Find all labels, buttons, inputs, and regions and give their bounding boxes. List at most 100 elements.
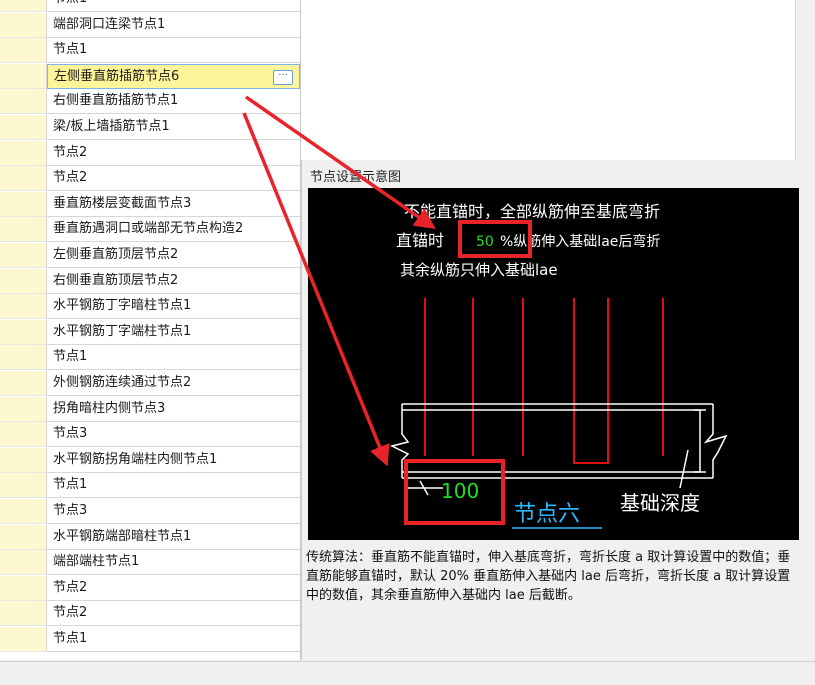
- node-value-cell[interactable]: 左侧垂直筋插筋节点6 ···: [47, 63, 300, 89]
- node-value-cell[interactable]: 节点1: [47, 627, 300, 652]
- upper-right-blank-area: [301, 0, 795, 161]
- bottom-bar: [0, 661, 815, 685]
- node-value-cell[interactable]: 节点2: [47, 576, 300, 601]
- node-value-label: 端部洞口连梁节点1: [53, 16, 166, 32]
- table-row[interactable]: 节点2: [0, 575, 300, 601]
- node-value-label: 梁/板上墙插筋节点1: [53, 119, 170, 134]
- row-index-cell: [0, 371, 47, 396]
- node-value-label: 外侧钢筋连续通过节点2: [53, 375, 192, 390]
- table-row[interactable]: 节点1: [0, 345, 300, 371]
- node-value-cell[interactable]: 节点2: [47, 166, 300, 192]
- table-row[interactable]: 外侧钢筋连续通过节点2: [0, 371, 300, 396]
- node-value-label: 节点3: [53, 503, 88, 518]
- node-value-label: 节点1: [53, 349, 88, 365]
- table-row[interactable]: 水平钢筋端部暗柱节点1: [0, 524, 300, 550]
- diagram-text-line3: 其余纵筋只伸入基础lae: [400, 261, 558, 279]
- node-value-label: 垂直筋楼层变截面节点3: [53, 195, 192, 211]
- node-value-cell[interactable]: 右侧垂直筋顶层节点2: [47, 269, 300, 294]
- node-value-cell[interactable]: 水平钢筋丁字暗柱节点1: [47, 294, 300, 320]
- node-value-label: 端部端柱节点1: [53, 554, 140, 570]
- node-value-cell[interactable]: 左侧垂直筋顶层节点2: [47, 243, 300, 268]
- diagram-canvas: 不能直锚时，全部纵筋伸至基底弯折 直锚时 50 %纵筋伸入基础lae后弯折 其余…: [308, 188, 799, 540]
- row-index-cell: [0, 115, 47, 140]
- node-value-cell[interactable]: 端部洞口连梁节点1: [47, 13, 300, 38]
- vertical-rebars: [424, 298, 664, 464]
- table-row[interactable]: 拐角暗柱内侧节点3: [0, 396, 300, 422]
- node-value-label: 节点1: [53, 0, 87, 6]
- row-index-cell: [0, 217, 47, 243]
- node-value-label: 拐角暗柱内侧节点3: [53, 400, 166, 416]
- node-value-cell[interactable]: 水平钢筋丁字端柱节点1: [47, 320, 300, 345]
- table-row[interactable]: 节点2: [0, 166, 300, 192]
- table-row[interactable]: 端部端柱节点1: [0, 550, 300, 576]
- table-row[interactable]: 左侧垂直筋顶层节点2: [0, 243, 300, 268]
- node-value-cell[interactable]: 节点1: [47, 345, 300, 371]
- table-row[interactable]: 垂直筋遇洞口或端部无节点构造2: [0, 217, 300, 243]
- node-value-label: 节点1: [53, 42, 88, 58]
- table-row[interactable]: 节点3: [0, 422, 300, 448]
- node-value-cell[interactable]: 垂直筋遇洞口或端部无节点构造2: [47, 217, 300, 243]
- node-value-cell[interactable]: 节点1: [47, 38, 300, 64]
- node-value-cell[interactable]: 节点3: [47, 422, 300, 448]
- row-index-cell: [0, 38, 47, 64]
- node-value-label: 节点3: [53, 426, 88, 442]
- node-value-cell[interactable]: 拐角暗柱内侧节点3: [47, 397, 300, 422]
- table-row[interactable]: 垂直筋楼层变截面节点3: [0, 191, 300, 217]
- row-index-cell: [0, 0, 47, 12]
- table-row[interactable]: 左侧垂直筋插筋节点6 ···: [0, 63, 300, 89]
- ellipsis-button[interactable]: ···: [273, 69, 293, 85]
- table-row[interactable]: 节点2: [0, 601, 300, 627]
- table-row[interactable]: 水平钢筋丁字端柱节点1: [0, 319, 300, 345]
- node-value-cell[interactable]: 节点2: [47, 141, 300, 166]
- node-value-cell[interactable]: 节点2: [47, 601, 300, 627]
- table-row[interactable]: 右侧垂直筋插筋节点1: [0, 89, 300, 115]
- row-index-cell: [0, 447, 47, 473]
- row-index-cell: [0, 524, 47, 550]
- node-value-cell[interactable]: 外侧钢筋连续通过节点2: [47, 371, 300, 396]
- node-value-label: 节点2: [53, 579, 88, 595]
- table-row[interactable]: 节点1: [0, 627, 300, 652]
- node-value-cell[interactable]: 节点1: [47, 0, 300, 12]
- node-value-cell[interactable]: 节点1: [47, 473, 300, 499]
- node-value-label: 节点2: [53, 144, 88, 160]
- algorithm-description: 传统算法：垂直筋不能直锚时，伸入基底弯折，弯折长度 a 取计算设置中的数值；垂直…: [306, 550, 791, 603]
- row-index-cell: [0, 166, 47, 192]
- node-value-cell[interactable]: 垂直筋楼层变截面节点3: [47, 192, 300, 217]
- node-value-label: 垂直筋遇洞口或端部无节点构造2: [53, 221, 244, 237]
- node-value-cell[interactable]: 水平钢筋拐角端柱内侧节点1: [47, 448, 300, 473]
- node-diagram-panel: 节点设置示意图 不能直锚时，全部纵筋伸至基底弯折 直锚时 50 %纵筋伸入基础l…: [301, 160, 802, 660]
- table-row[interactable]: 端部洞口连梁节点1: [0, 12, 300, 38]
- node-value-cell[interactable]: 右侧垂直筋插筋节点1: [47, 89, 300, 115]
- row-index-cell: [0, 345, 47, 371]
- table-row[interactable]: 节点3: [0, 499, 300, 524]
- node-value-cell[interactable]: 水平钢筋端部暗柱节点1: [47, 525, 300, 550]
- bend-length-value[interactable]: 100: [441, 479, 479, 503]
- table-row[interactable]: 节点1: [0, 38, 300, 64]
- row-index-cell: [0, 140, 47, 166]
- node-value-label: 节点2: [53, 605, 88, 621]
- node-diagram: 不能直锚时，全部纵筋伸至基底弯折 直锚时 50 %纵筋伸入基础lae后弯折 其余…: [389, 202, 728, 529]
- percent-value[interactable]: 50: [476, 234, 494, 250]
- table-row[interactable]: 节点1: [0, 473, 300, 499]
- node-value-label: 左侧垂直筋插筋节点6: [54, 68, 180, 84]
- node-value-cell[interactable]: 节点3: [47, 499, 300, 524]
- table-row[interactable]: 节点1: [0, 0, 300, 12]
- table-row[interactable]: 右侧垂直筋顶层节点2: [0, 268, 300, 294]
- table-row[interactable]: 节点2: [0, 140, 300, 166]
- diagram-text-line1: 不能直锚时，全部纵筋伸至基底弯折: [404, 202, 660, 221]
- row-index-cell: [0, 89, 47, 115]
- table-row[interactable]: 梁/板上墙插筋节点1: [0, 115, 300, 140]
- node-value-cell[interactable]: 端部端柱节点1: [47, 550, 300, 576]
- node-value-label: 水平钢筋丁字端柱节点1: [53, 323, 192, 339]
- row-index-cell: [0, 550, 47, 576]
- node-value-label: 右侧垂直筋插筋节点1: [53, 93, 179, 109]
- row-index-cell: [0, 319, 47, 345]
- node-value-label: 右侧垂直筋顶层节点2: [53, 272, 179, 288]
- node-value-label: 水平钢筋丁字暗柱节点1: [53, 298, 192, 314]
- table-row[interactable]: 水平钢筋丁字暗柱节点1: [0, 294, 300, 320]
- node-value-cell[interactable]: 梁/板上墙插筋节点1: [47, 115, 300, 140]
- table-row[interactable]: 水平钢筋拐角端柱内侧节点1: [0, 447, 300, 473]
- row-index-cell: [0, 243, 47, 268]
- window-right-edge: [801, 0, 815, 684]
- node-value-label: 节点2: [53, 170, 88, 186]
